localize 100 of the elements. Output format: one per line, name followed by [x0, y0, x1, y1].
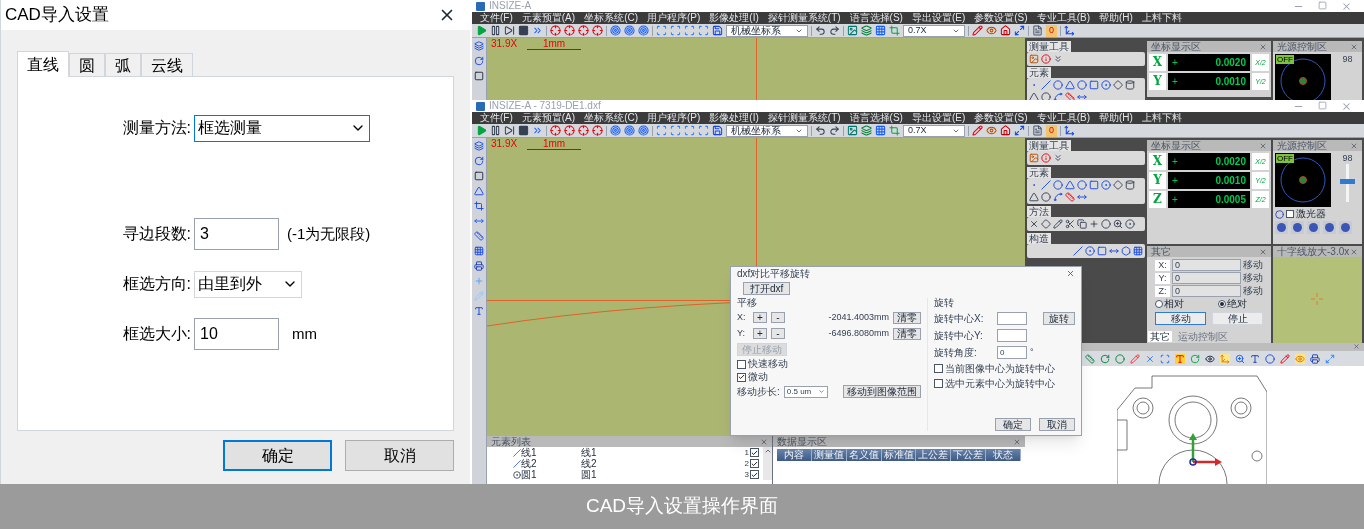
rotate-button[interactable]: 旋转 — [1043, 312, 1075, 325]
move-button[interactable]: 移动 — [1243, 273, 1263, 283]
axis-label: X — [1149, 153, 1166, 170]
menu-item[interactable]: 专业工具(B) — [1036, 113, 1090, 123]
menu-item[interactable]: 上料下料 — [1141, 13, 1182, 23]
menu-item[interactable]: 用户程序(P) — [647, 113, 701, 123]
input-field[interactable]: 3 — [194, 218, 279, 250]
column-header[interactable]: 名义值 — [846, 449, 882, 461]
tab[interactable]: 云线 — [141, 53, 193, 76]
zoom-select[interactable]: 0.7X — [903, 24, 965, 37]
step-select[interactable]: 0.5 um — [783, 385, 828, 398]
coordinate-value: 0.0020 — [1215, 57, 1246, 68]
column-header[interactable]: 测量值 — [811, 449, 847, 461]
dropdown[interactable]: 框选测量 — [194, 114, 370, 142]
element-index: 3 — [744, 470, 749, 479]
menu-item[interactable]: 坐标系统(C) — [584, 13, 638, 23]
element-name[interactable]: 线2 — [521, 458, 581, 469]
panel-tab[interactable]: 其它 — [1148, 331, 1172, 342]
dialog-button[interactable]: 取消 — [1039, 418, 1075, 431]
coordinate-value: 0.0010 — [1215, 76, 1246, 87]
coordinate-value: 0.0010 — [1215, 175, 1246, 186]
axis-label: Y: — [737, 329, 746, 338]
move-button[interactable]: 移动 — [1243, 260, 1263, 270]
section-tab[interactable]: 测量工具 — [1027, 41, 1071, 52]
menu-item[interactable]: 影像处理(I) — [709, 13, 759, 23]
menu-item[interactable]: 语言选择(S) — [849, 13, 903, 23]
field-label: 旋转中心Y: — [934, 330, 984, 341]
tab[interactable]: 圆 — [69, 53, 105, 76]
coordinate-system-select[interactable]: 机械坐标系 — [726, 124, 808, 137]
dialog-button[interactable]: 取消 — [345, 440, 454, 471]
option-label: 当前图像中心为旋转中心 — [945, 363, 1055, 374]
menu-item[interactable]: 影像处理(I) — [709, 113, 759, 123]
section-tab[interactable]: 方法 — [1027, 206, 1051, 217]
offset-value: -2041.4003mm — [828, 313, 889, 322]
menu-item[interactable]: 探针测量系统(T) — [767, 113, 841, 123]
reset-button[interactable]: 清零 — [893, 327, 921, 340]
step-label: 移动步长: — [737, 386, 780, 397]
dialog-button[interactable]: 确定 — [995, 418, 1031, 431]
plus-button[interactable]: + — [753, 328, 767, 339]
menu-item[interactable]: 用户程序(P) — [647, 13, 701, 23]
menu-item[interactable]: 元素预置(A) — [521, 13, 576, 23]
column-header[interactable]: 下公差 — [951, 449, 987, 461]
field-label: 框选方向: — [121, 274, 192, 294]
dropdown[interactable]: 由里到外 — [194, 270, 302, 298]
menu-item[interactable]: 参数设置(S) — [974, 13, 1028, 23]
menu-item[interactable]: 导出设置(E) — [911, 13, 966, 23]
column-header[interactable]: 标准值 — [881, 449, 917, 461]
menu-item[interactable]: 导出设置(E) — [911, 113, 966, 123]
section-tab[interactable]: 元素 — [1027, 67, 1051, 78]
plus-button[interactable]: + — [753, 312, 767, 323]
open-dxf-button[interactable]: 打开dxf — [743, 282, 791, 295]
column-header[interactable]: 上公差 — [916, 449, 952, 461]
tab[interactable]: 弧 — [105, 53, 141, 76]
rotation-field[interactable]: 0 — [997, 346, 1027, 359]
panel-title: 元素列表 — [491, 436, 531, 447]
reset-button[interactable]: 清零 — [893, 311, 921, 324]
input-field[interactable]: 10 — [194, 318, 279, 350]
menu-item[interactable]: 坐标系统(C) — [584, 113, 638, 123]
section-tab[interactable]: 元素 — [1027, 167, 1051, 178]
position-field[interactable]: 0 — [1172, 285, 1241, 297]
menu-item[interactable]: 文件(F) — [480, 13, 513, 23]
action-button[interactable]: 移动 — [1155, 312, 1206, 325]
menu-item[interactable]: 上料下料 — [1141, 113, 1182, 123]
window-title: INSIZE-A — [489, 1, 532, 11]
scale-bar: 1mm — [527, 39, 581, 50]
dialog-button[interactable]: 确定 — [223, 440, 332, 471]
menu-item[interactable]: 帮助(H) — [1098, 113, 1133, 123]
action-button[interactable]: 停止 — [1212, 312, 1263, 325]
field-label: 测量方法: — [121, 118, 192, 138]
menu-item[interactable]: 探针测量系统(T) — [767, 13, 841, 23]
menu-item[interactable]: 专业工具(B) — [1036, 13, 1090, 23]
menu-item[interactable]: 文件(F) — [480, 113, 513, 123]
section-tab[interactable]: 测量工具 — [1027, 140, 1071, 151]
element-label: 圆1 — [581, 469, 597, 480]
position-field[interactable]: 0 — [1172, 259, 1241, 271]
column-header[interactable]: 内容 — [777, 449, 812, 461]
coordinate-system-select[interactable]: 机械坐标系 — [726, 24, 808, 37]
fit-image-button[interactable]: 移动到图像范围 — [843, 385, 921, 398]
element-name[interactable]: 圆1 — [521, 469, 581, 480]
zoom-select[interactable]: 0.7X — [903, 124, 965, 137]
minus-button[interactable]: - — [771, 312, 785, 323]
move-button[interactable]: 移动 — [1243, 286, 1263, 296]
menu-item[interactable]: 语言选择(S) — [849, 113, 903, 123]
menu-item[interactable]: 元素预置(A) — [521, 113, 576, 123]
menu-item[interactable]: 帮助(H) — [1098, 13, 1133, 23]
element-index: 1 — [744, 448, 749, 457]
position-field[interactable]: 0 — [1172, 272, 1241, 284]
minus-button[interactable]: - — [771, 328, 785, 339]
window-title: INSIZE-A - 7319-DE1.dxf — [489, 101, 601, 111]
section-tab[interactable]: 构造 — [1027, 233, 1051, 244]
tab[interactable]: 直线 — [17, 51, 69, 77]
column-header[interactable]: 状态 — [986, 449, 1021, 461]
panel-title: 光源控制区 — [1277, 41, 1327, 52]
element-name[interactable]: 线1 — [521, 447, 581, 458]
coordinate-value: 0.0005 — [1215, 194, 1246, 205]
group-title: 平移 — [737, 298, 758, 308]
menu-item[interactable]: 参数设置(S) — [974, 113, 1028, 123]
offset-value: -6496.8080mm — [828, 329, 889, 338]
axis-label: X: — [737, 313, 747, 322]
option-label: 选中元素中心为旋转中心 — [945, 378, 1055, 389]
